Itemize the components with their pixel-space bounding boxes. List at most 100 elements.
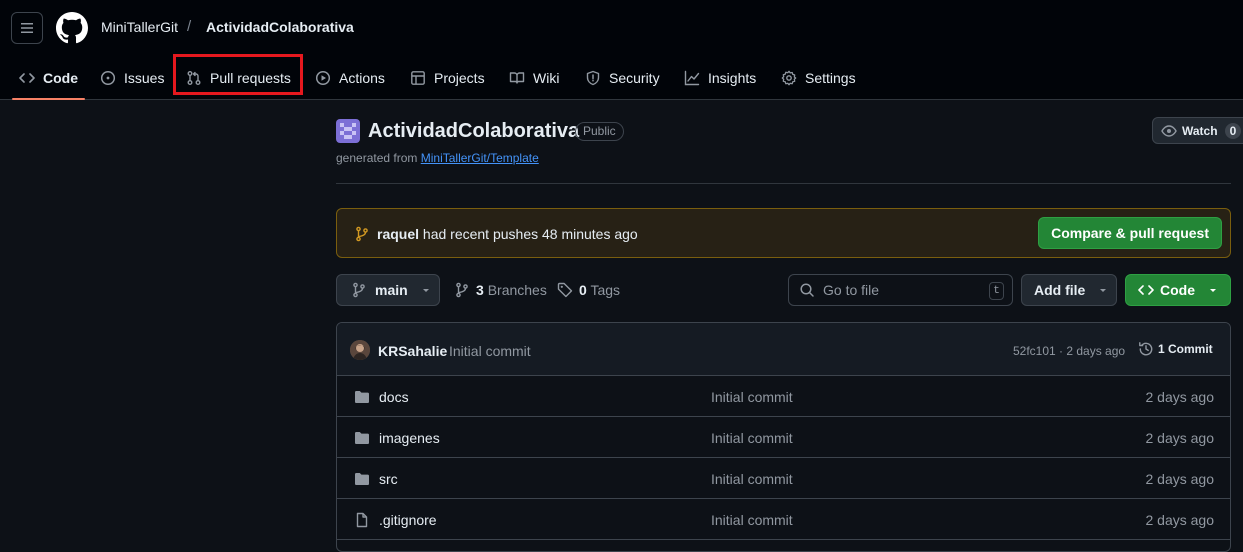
tab-code[interactable]: Code — [12, 56, 85, 100]
push-user[interactable]: raquel — [377, 226, 419, 242]
tag-icon — [557, 282, 573, 298]
tab-insights[interactable]: Insights — [684, 56, 756, 100]
hamburger-menu-button[interactable] — [11, 12, 43, 44]
git-branch-icon — [456, 282, 468, 298]
commit-hash-and-time[interactable]: 52fc101 · 2 days ago — [1013, 344, 1125, 358]
graph-icon — [684, 70, 700, 86]
play-icon — [315, 70, 331, 86]
file-date: 2 days ago — [1145, 389, 1215, 405]
header-divider — [336, 183, 1231, 184]
file-name[interactable]: docs — [379, 389, 409, 405]
watch-button[interactable]: Watch 0 — [1152, 117, 1243, 144]
repo-title[interactable]: ActividadColaborativa — [368, 120, 579, 143]
top-bar: MiniTallerGit / ActividadColaborativa — [0, 0, 1243, 56]
code-icon — [19, 73, 35, 83]
history-icon — [1139, 342, 1153, 356]
github-logo-icon[interactable] — [56, 12, 88, 44]
latest-commit-bar: KRSahalie Initial commit 52fc101 · 2 day… — [337, 323, 1230, 376]
table-row[interactable]: docs Initial commit 2 days ago — [337, 376, 1230, 417]
tab-issues-label: Issues — [124, 70, 165, 86]
file-name[interactable]: imagenes — [379, 430, 440, 446]
shield-icon — [586, 70, 600, 86]
file-date: 2 days ago — [1145, 512, 1215, 528]
file-name[interactable]: .gitignore — [379, 512, 437, 528]
table-row[interactable]: imagenes Initial commit 2 days ago — [337, 417, 1230, 458]
tags-label: Tags — [590, 282, 621, 298]
tab-issues[interactable]: Issues — [100, 56, 164, 100]
code-icon — [1138, 285, 1154, 295]
commit-count-label: 1 Commit — [1158, 342, 1213, 356]
folder-icon — [355, 432, 369, 444]
recent-push-text: raquel had recent pushes 48 minutes ago — [377, 226, 638, 242]
branches-label: Branches — [487, 282, 547, 298]
issue-opened-icon — [100, 70, 116, 86]
visibility-badge: Public — [575, 122, 624, 141]
breadcrumb-separator: / — [187, 18, 192, 35]
book-icon — [509, 72, 525, 84]
file-commit-message[interactable]: Initial commit — [711, 430, 793, 446]
tab-settings[interactable]: Settings — [781, 56, 856, 100]
file-name[interactable]: src — [379, 471, 398, 487]
file-icon — [356, 512, 368, 528]
commit-author[interactable]: KRSahalie — [378, 343, 447, 359]
file-date: 2 days ago — [1145, 430, 1215, 446]
tab-security[interactable]: Security — [585, 56, 660, 100]
add-file-label: Add file — [1034, 282, 1086, 298]
eye-icon — [1161, 124, 1177, 137]
keyboard-shortcut-hint: t — [989, 282, 1004, 300]
file-toolbar: main 3 Branches 0 Tags t Add file Code — [336, 274, 1231, 306]
code-button-label: Code — [1160, 282, 1195, 298]
branches-count: 3 — [476, 282, 484, 298]
tags-link[interactable]: 0 Tags — [557, 274, 620, 306]
triangle-down-icon — [1210, 289, 1216, 292]
tab-actions[interactable]: Actions — [315, 56, 385, 100]
folder-icon — [355, 391, 369, 403]
template-repo-link[interactable]: MiniTallerGit/Template — [421, 151, 539, 165]
breadcrumb-owner[interactable]: MiniTallerGit — [101, 19, 178, 35]
pull-requests-highlight-box — [173, 54, 303, 95]
gear-icon — [781, 70, 797, 86]
watch-label: Watch — [1182, 123, 1218, 138]
tab-actions-label: Actions — [339, 70, 385, 86]
branch-name: main — [375, 282, 408, 298]
file-commit-message[interactable]: Initial commit — [711, 512, 793, 528]
git-branch-icon — [353, 282, 365, 298]
compare-pull-request-button[interactable]: Compare & pull request — [1038, 217, 1222, 249]
breadcrumb-repo[interactable]: ActividadColaborativa — [206, 19, 354, 35]
branches-link[interactable]: 3 Branches — [454, 274, 547, 306]
repo-header: MiniTallerGit / ActividadColaborativa Co… — [0, 0, 1243, 100]
code-dropdown-button[interactable]: Code — [1125, 274, 1231, 306]
recent-push-banner: raquel had recent pushes 48 minutes ago … — [336, 208, 1231, 258]
search-icon — [800, 283, 814, 297]
tags-count: 0 — [579, 282, 587, 298]
table-row[interactable]: src Initial commit 2 days ago — [337, 458, 1230, 499]
tab-security-label: Security — [609, 70, 660, 86]
commit-history-link[interactable]: 1 Commit — [1138, 341, 1213, 357]
go-to-file-search[interactable]: t — [788, 274, 1013, 306]
branch-selector[interactable]: main — [336, 274, 440, 306]
file-date: 2 days ago — [1145, 471, 1215, 487]
tab-wiki[interactable]: Wiki — [509, 56, 559, 100]
git-branch-icon — [356, 226, 368, 242]
hamburger-icon — [21, 23, 33, 33]
triangle-down-icon — [422, 289, 429, 292]
commit-message[interactable]: Initial commit — [449, 343, 531, 359]
tab-settings-label: Settings — [805, 70, 856, 86]
watch-count: 0 — [1224, 122, 1242, 139]
repo-main: ActividadColaborativa Public generated f… — [336, 100, 1243, 552]
tab-code-label: Code — [43, 70, 78, 86]
triangle-down-icon — [1100, 289, 1107, 292]
tab-insights-label: Insights — [708, 70, 757, 86]
table-row[interactable]: .gitignore Initial commit 2 days ago — [337, 499, 1230, 540]
avatar[interactable] — [350, 340, 370, 360]
folder-icon — [355, 473, 369, 485]
file-commit-message[interactable]: Initial commit — [711, 389, 793, 405]
add-file-button[interactable]: Add file — [1021, 274, 1117, 306]
tab-projects[interactable]: Projects — [410, 56, 485, 100]
table-icon — [411, 71, 425, 85]
tab-wiki-label: Wiki — [533, 70, 560, 86]
tab-projects-label: Projects — [434, 70, 485, 86]
go-to-file-input[interactable] — [823, 282, 983, 298]
generated-from-note: generated from MiniTallerGit/Template — [336, 151, 539, 165]
file-commit-message[interactable]: Initial commit — [711, 471, 793, 487]
